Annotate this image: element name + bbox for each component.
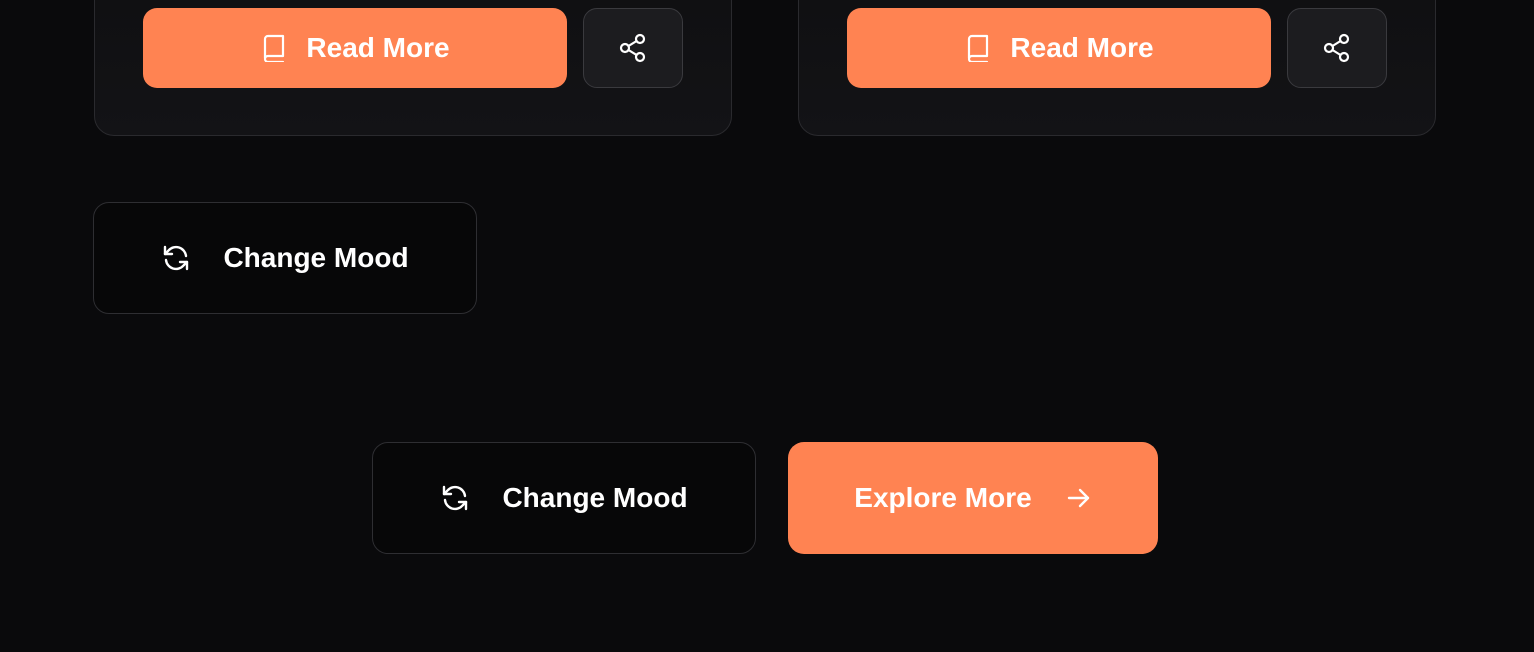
share-icon xyxy=(1322,33,1352,63)
share-icon xyxy=(618,33,648,63)
change-mood-button[interactable]: Change Mood xyxy=(93,202,477,314)
page: Read More Read More Change Mood Change M… xyxy=(0,0,1534,652)
share-button[interactable] xyxy=(1287,8,1387,88)
refresh-icon xyxy=(161,243,191,273)
read-more-label: Read More xyxy=(1010,32,1154,63)
read-more-button[interactable]: Read More xyxy=(143,8,567,88)
explore-more-button[interactable]: Explore More xyxy=(788,442,1158,554)
book-icon xyxy=(260,33,288,63)
explore-more-label: Explore More xyxy=(854,482,1032,513)
change-mood-label: Change Mood xyxy=(223,242,409,273)
arrow-right-icon xyxy=(1066,485,1092,511)
read-more-button[interactable]: Read More xyxy=(847,8,1271,88)
article-card: Read More xyxy=(798,0,1436,136)
footer-change-mood-button[interactable]: Change Mood xyxy=(372,442,756,554)
read-more-label: Read More xyxy=(306,32,450,63)
article-card: Read More xyxy=(94,0,732,136)
refresh-icon xyxy=(440,483,470,513)
share-button[interactable] xyxy=(583,8,683,88)
change-mood-label: Change Mood xyxy=(502,482,688,513)
book-icon xyxy=(964,33,992,63)
